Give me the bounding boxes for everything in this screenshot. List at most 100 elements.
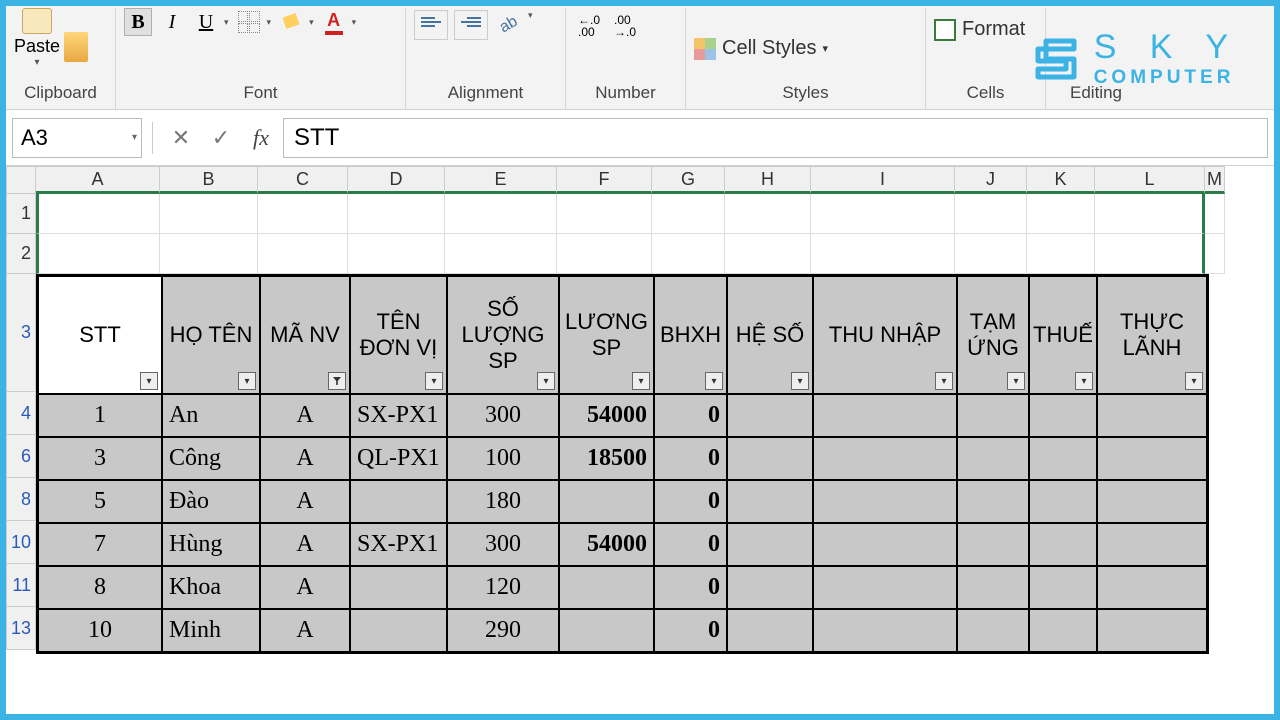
filter-button[interactable] — [425, 372, 443, 390]
table-cell[interactable]: Hùng — [162, 523, 260, 566]
borders-button[interactable] — [235, 8, 263, 36]
cell[interactable] — [258, 194, 348, 234]
filter-button[interactable] — [537, 372, 555, 390]
table-cell[interactable] — [1097, 437, 1207, 480]
table-cell[interactable]: 10 — [38, 609, 162, 652]
enter-formula-button[interactable]: ✓ — [203, 120, 239, 156]
table-cell[interactable]: Đào — [162, 480, 260, 523]
formula-input[interactable]: STT — [283, 118, 1268, 158]
cell[interactable] — [258, 234, 348, 274]
chevron-down-icon[interactable]: ▾ — [132, 132, 137, 143]
table-cell[interactable] — [1097, 523, 1207, 566]
column-header-F[interactable]: F — [557, 166, 652, 194]
paste-button[interactable]: Paste ▾ — [14, 8, 60, 68]
table-cell[interactable]: 54000 — [559, 523, 654, 566]
cell[interactable] — [955, 194, 1027, 234]
fill-color-button[interactable] — [277, 8, 305, 36]
table-cell[interactable]: 180 — [447, 480, 559, 523]
cell[interactable] — [955, 234, 1027, 274]
font-color-dropdown[interactable]: ▾ — [352, 17, 357, 28]
row-header-10[interactable]: 10 — [6, 521, 36, 564]
table-cell[interactable] — [1097, 566, 1207, 609]
filter-button[interactable] — [238, 372, 256, 390]
row-header-13[interactable]: 13 — [6, 607, 36, 650]
table-cell[interactable]: 300 — [447, 394, 559, 437]
cell[interactable] — [348, 234, 445, 274]
column-header-D[interactable]: D — [348, 166, 445, 194]
underline-dropdown[interactable]: ▾ — [224, 17, 229, 28]
table-cell[interactable]: 8 — [38, 566, 162, 609]
table-cell[interactable] — [559, 609, 654, 652]
table-cell[interactable]: 0 — [654, 523, 727, 566]
cell[interactable] — [160, 194, 258, 234]
table-cell[interactable] — [957, 609, 1029, 652]
column-header-M[interactable]: M — [1205, 166, 1225, 194]
table-cell[interactable] — [957, 437, 1029, 480]
table-cell[interactable] — [727, 394, 813, 437]
row-header-11[interactable]: 11 — [6, 564, 36, 607]
name-box[interactable]: A3 ▾ — [12, 118, 142, 158]
cell-styles-button[interactable]: Cell Styles ▾ — [694, 37, 828, 60]
table-cell[interactable]: A — [260, 566, 350, 609]
select-all-corner[interactable] — [6, 166, 36, 194]
table-cell[interactable]: Minh — [162, 609, 260, 652]
filter-button[interactable] — [791, 372, 809, 390]
column-header-I[interactable]: I — [811, 166, 955, 194]
row-header-6[interactable]: 6 — [6, 435, 36, 478]
row-header-1[interactable]: 1 — [6, 194, 36, 234]
table-cell[interactable] — [350, 566, 447, 609]
table-cell[interactable]: A — [260, 437, 350, 480]
column-header-L[interactable]: L — [1095, 166, 1205, 194]
table-header[interactable]: TẠM ỨNG — [957, 276, 1029, 394]
cell[interactable] — [652, 234, 725, 274]
table-cell[interactable]: 120 — [447, 566, 559, 609]
table-cell[interactable]: 54000 — [559, 394, 654, 437]
format-button[interactable]: Format — [934, 8, 1025, 41]
filter-button[interactable] — [1075, 372, 1093, 390]
cell[interactable] — [1205, 234, 1225, 274]
table-cell[interactable]: 300 — [447, 523, 559, 566]
table-cell[interactable]: 100 — [447, 437, 559, 480]
cell[interactable] — [725, 194, 811, 234]
filter-button[interactable] — [1007, 372, 1025, 390]
table-header[interactable]: SỐ LƯỢNG SP — [447, 276, 559, 394]
table-cell[interactable] — [1029, 566, 1097, 609]
cell[interactable] — [1095, 194, 1205, 234]
table-cell[interactable] — [1029, 609, 1097, 652]
table-cell[interactable]: SX-PX1 — [350, 394, 447, 437]
table-cell[interactable] — [350, 480, 447, 523]
table-header[interactable]: THU NHẬP — [813, 276, 957, 394]
table-cell[interactable] — [957, 523, 1029, 566]
table-cell[interactable] — [727, 523, 813, 566]
table-cell[interactable]: 0 — [654, 566, 727, 609]
table-cell[interactable]: 0 — [654, 394, 727, 437]
table-header[interactable]: THUẾ — [1029, 276, 1097, 394]
table-cell[interactable]: 290 — [447, 609, 559, 652]
font-color-button[interactable]: A — [320, 8, 348, 36]
cell[interactable] — [160, 234, 258, 274]
table-cell[interactable] — [1097, 480, 1207, 523]
table-cell[interactable]: 18500 — [559, 437, 654, 480]
table-cell[interactable] — [813, 394, 957, 437]
table-cell[interactable] — [727, 566, 813, 609]
table-cell[interactable] — [957, 480, 1029, 523]
cell[interactable] — [725, 234, 811, 274]
row-header-2[interactable]: 2 — [6, 234, 36, 274]
cell[interactable] — [652, 194, 725, 234]
column-header-A[interactable]: A — [36, 166, 160, 194]
table-cell[interactable]: 0 — [654, 480, 727, 523]
table-cell[interactable] — [727, 480, 813, 523]
orientation-dropdown[interactable]: ▾ — [528, 10, 533, 40]
italic-button[interactable]: I — [158, 8, 186, 36]
filter-button[interactable] — [705, 372, 723, 390]
cell[interactable] — [1095, 234, 1205, 274]
table-cell[interactable]: QL-PX1 — [350, 437, 447, 480]
bold-button[interactable]: B — [124, 8, 152, 36]
cell[interactable] — [811, 194, 955, 234]
table-cell[interactable] — [350, 609, 447, 652]
table-cell[interactable]: A — [260, 394, 350, 437]
decrease-indent-button[interactable] — [414, 10, 448, 40]
table-cell[interactable] — [727, 609, 813, 652]
column-header-E[interactable]: E — [445, 166, 557, 194]
chevron-down-icon[interactable]: ▾ — [35, 57, 40, 68]
